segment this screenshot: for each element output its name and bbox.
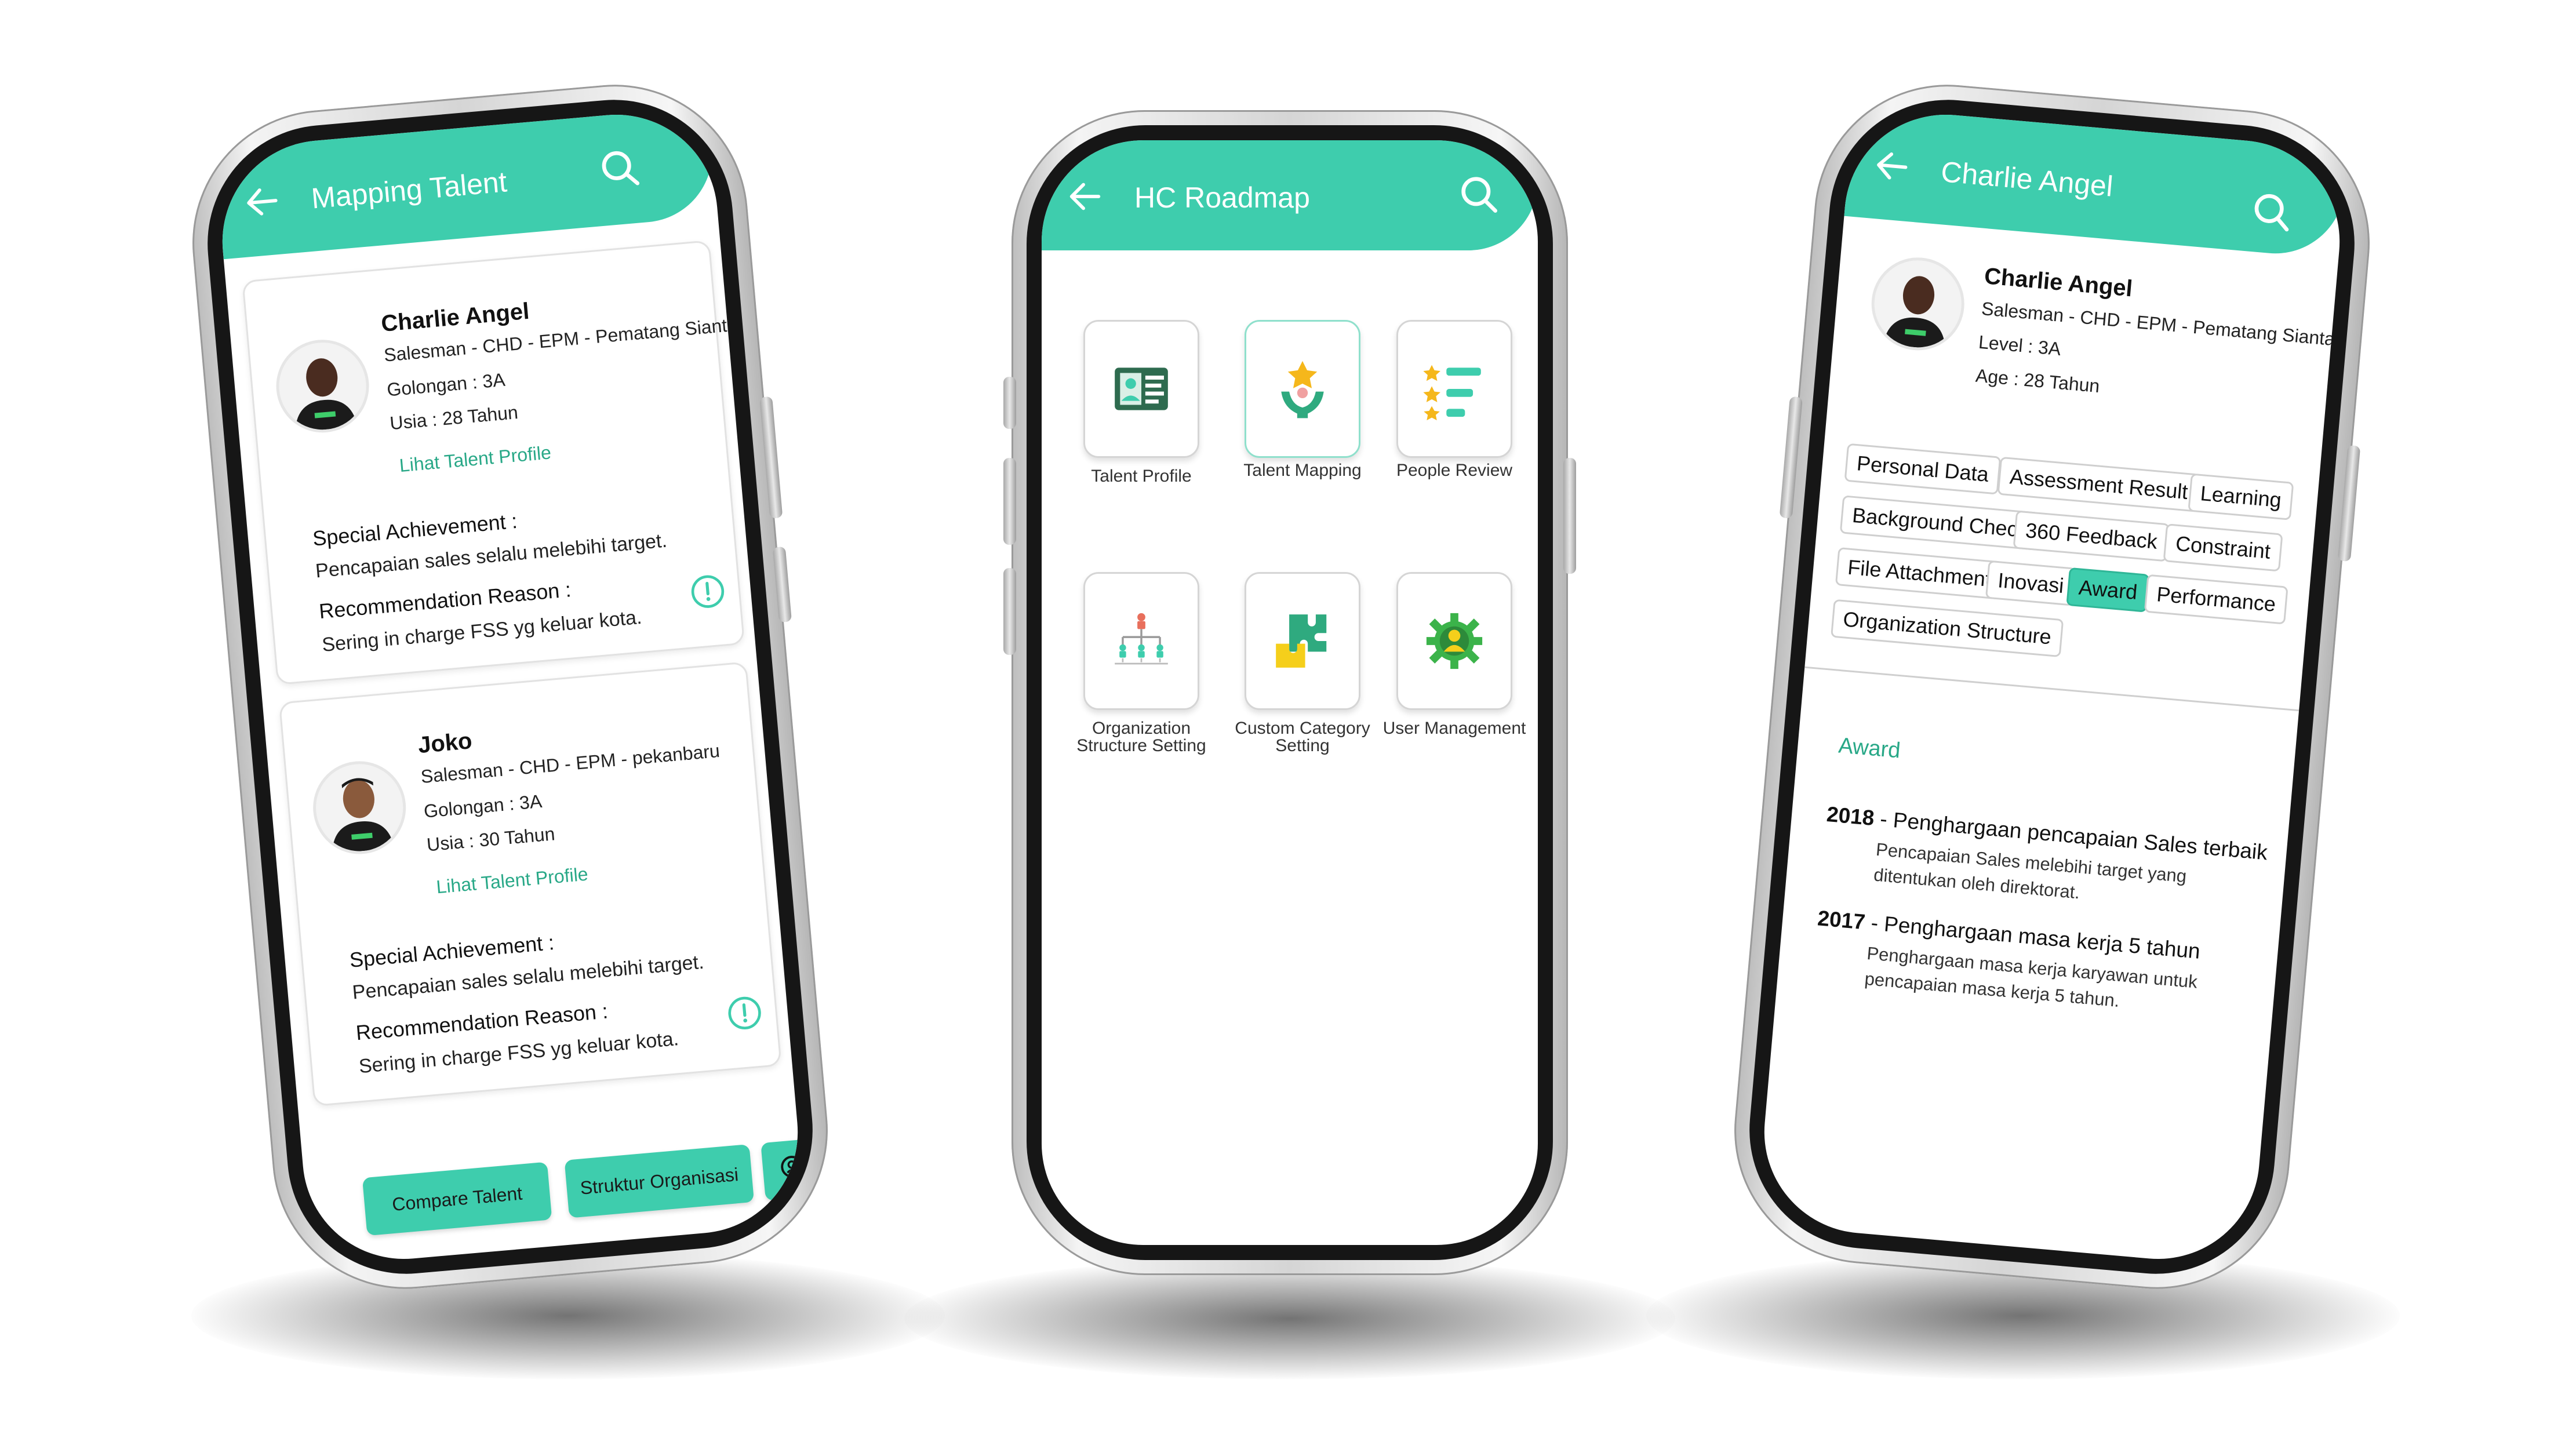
- menu-label: User Management: [1382, 719, 1526, 738]
- tab-background-check[interactable]: Background Check: [1839, 495, 2041, 551]
- menu-talent-profile[interactable]: [1083, 320, 1199, 458]
- menu-label: Custom Category Setting: [1235, 719, 1370, 755]
- volume-key: [1779, 396, 1803, 519]
- section-divider: [1804, 666, 2300, 712]
- puzzle-icon: [1276, 614, 1327, 668]
- tab-performance[interactable]: Performance: [2144, 574, 2288, 625]
- tab-assessment-result[interactable]: Assessment Result: [1997, 456, 2201, 512]
- volume-key: [1003, 568, 1016, 655]
- app-bar: Charlie Angel: [1844, 106, 2348, 260]
- talent-grade: Golongan : 3A: [385, 369, 506, 401]
- talent-search-button[interactable]: [761, 1137, 806, 1201]
- avatar: [1868, 253, 1969, 354]
- app-bar: HC Roadmap: [1042, 140, 1538, 250]
- back-arrow-icon[interactable]: [1870, 144, 1914, 188]
- warning-icon[interactable]: [688, 572, 727, 611]
- talent-age: Usia : 28 Tahun: [389, 402, 519, 434]
- profile-name: Charlie Angel: [1983, 263, 2134, 302]
- phone-mapping-talent: Mapping Talent Charlie Angel Salesman - …: [181, 74, 839, 1300]
- talent-name: Charlie Angel: [380, 298, 530, 337]
- talent-grade: Golongan : 3A: [423, 791, 543, 822]
- profile-age: Age : 28 Tahun: [1974, 365, 2101, 397]
- volume-key: [1003, 458, 1016, 545]
- user-gear-icon: [1426, 613, 1483, 669]
- org-structure-button[interactable]: Struktur Organisasi: [564, 1144, 755, 1218]
- org-chart-icon: [1115, 613, 1168, 665]
- power-key: [2337, 445, 2361, 562]
- mute-key: [1003, 377, 1016, 429]
- menu-user-management[interactable]: [1396, 572, 1512, 710]
- award-section-title: Award: [1837, 733, 1902, 763]
- tab-personal-data[interactable]: Personal Data: [1844, 443, 2002, 495]
- menu-label: Talent Profile: [1091, 467, 1192, 486]
- menu-label: Talent Mapping: [1243, 461, 1362, 480]
- talent-profile-link[interactable]: Lihat Talent Profile: [435, 864, 589, 898]
- menu-organization-structure-setting[interactable]: [1083, 572, 1199, 710]
- back-arrow-icon[interactable]: [1065, 176, 1105, 217]
- page-title: Charlie Angel: [1940, 155, 2115, 203]
- tab-organization-structure[interactable]: Organization Structure: [1831, 599, 2064, 658]
- talent-card: Joko Salesman - CHD - EPM - pekanbaru Go…: [278, 661, 782, 1107]
- screen-hc-roadmap: HC Roadmap Talent Profile Talent Mapping…: [1042, 140, 1538, 1245]
- tab-constraint[interactable]: Constraint: [2163, 523, 2283, 572]
- screen-talent-profile: Charlie Angel Charlie Angel Salesman - C…: [1756, 106, 2348, 1268]
- app-bar: Mapping Talent: [214, 106, 718, 260]
- tab-file-attachment[interactable]: File Attachment: [1835, 547, 2004, 600]
- phone-talent-profile: Charlie Angel Charlie Angel Salesman - C…: [1723, 74, 2381, 1300]
- menu-label: Organization Structure Setting: [1076, 719, 1206, 755]
- tab-award[interactable]: Award: [2066, 567, 2150, 613]
- back-arrow-icon[interactable]: [241, 180, 285, 224]
- star-list-icon: [1423, 365, 1481, 421]
- page-title: Mapping Talent: [310, 165, 508, 215]
- star-hands-icon: [1281, 361, 1324, 418]
- menu-people-review[interactable]: [1396, 320, 1512, 458]
- id-card-icon: [1115, 367, 1168, 410]
- compare-talent-button[interactable]: Compare Talent: [362, 1162, 552, 1236]
- power-key: [772, 546, 792, 623]
- tab-360-feedback[interactable]: 360 Feedback: [2013, 510, 2170, 562]
- talent-profile-link[interactable]: Lihat Talent Profile: [398, 442, 552, 476]
- page-title: HC Roadmap: [1134, 181, 1310, 214]
- menu-label: People Review: [1396, 461, 1513, 480]
- award-year: 2017: [1816, 906, 1866, 934]
- tab-learning[interactable]: Learning: [2188, 473, 2294, 520]
- talent-age: Usia : 30 Tahun: [425, 823, 556, 855]
- phone-hc-roadmap: HC Roadmap Talent Profile Talent Mapping…: [1003, 110, 1576, 1275]
- award-year: 2018: [1825, 802, 1876, 831]
- warning-icon[interactable]: [725, 993, 764, 1032]
- screen-mapping-talent: Mapping Talent Charlie Angel Salesman - …: [214, 106, 806, 1268]
- menu-custom-category-setting[interactable]: [1245, 572, 1360, 710]
- search-icon[interactable]: [2247, 188, 2298, 238]
- talent-card: Charlie Angel Salesman - CHD - EPM - Pem…: [242, 240, 745, 686]
- power-key: [1563, 458, 1576, 574]
- volume-key: [759, 396, 783, 519]
- avatar: [272, 336, 373, 436]
- tab-inovasi[interactable]: Inovasi: [1985, 560, 2077, 606]
- avatar: [309, 757, 410, 858]
- talent-name: Joko: [417, 728, 474, 759]
- menu-talent-mapping[interactable]: [1245, 320, 1360, 458]
- search-icon[interactable]: [1457, 172, 1503, 219]
- profile-level: Level : 3A: [1977, 331, 2062, 360]
- search-icon[interactable]: [596, 144, 646, 195]
- phone-shadow-center: [904, 1258, 1675, 1379]
